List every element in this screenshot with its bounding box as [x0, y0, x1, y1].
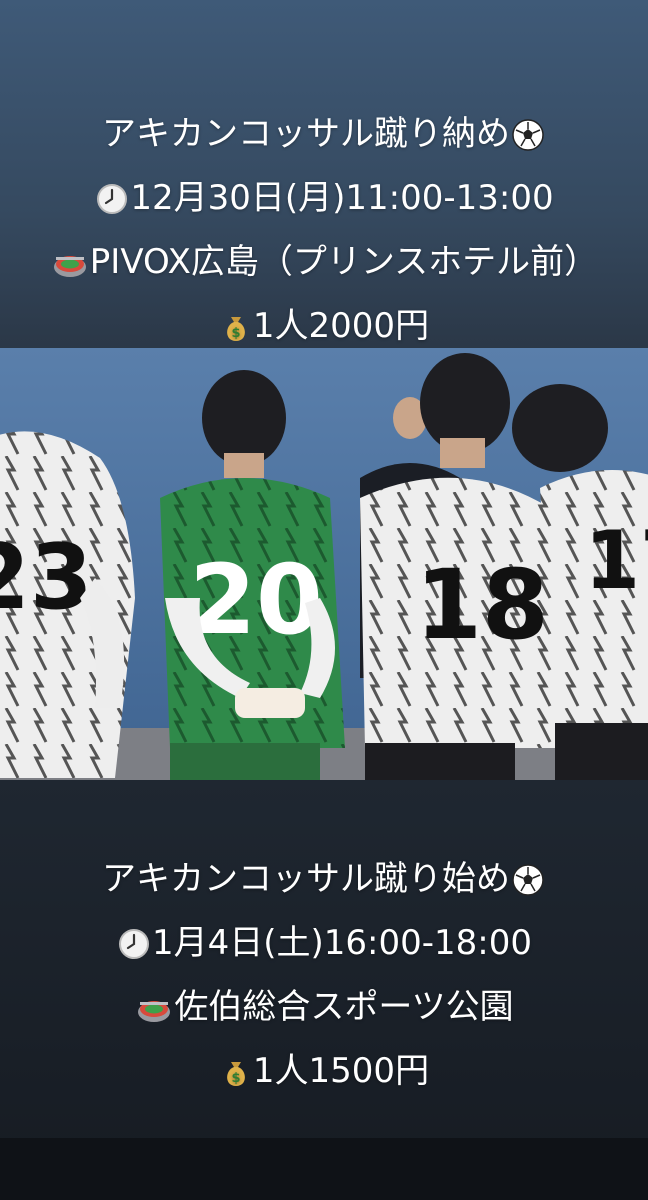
- event-datetime: 12月30日(月)11:00-13:00: [130, 178, 554, 218]
- jersey-number-17: 17: [584, 514, 648, 607]
- event-price: 1人2000円: [252, 306, 430, 346]
- svg-text:$: $: [231, 1071, 240, 1086]
- jersey-number-23: 23: [0, 525, 93, 630]
- stadium-icon: [136, 984, 172, 1042]
- event-venue: 佐伯総合スポーツ公園: [174, 987, 514, 1027]
- event-datetime-line: 12月30日(月)11:00-13:00: [0, 169, 648, 233]
- event-info-bottom: アキカンコッサル蹴り始め 1月4日(土)16:00-18:00 佐伯総合スポーツ…: [0, 850, 648, 1106]
- event-title: アキカンコッサル蹴り始め: [102, 859, 510, 899]
- svg-text:$: $: [231, 326, 240, 341]
- event-title-line: アキカンコッサル蹴り納め: [0, 105, 648, 169]
- soccer-ball-icon: [512, 111, 544, 169]
- event-datetime-line: 1月4日(土)16:00-18:00: [0, 914, 648, 978]
- stadium-icon: [52, 239, 88, 297]
- event-title-line: アキカンコッサル蹴り始め: [0, 850, 648, 914]
- event-price: 1人1500円: [252, 1051, 430, 1091]
- soccer-ball-icon: [512, 856, 544, 914]
- jersey-number-20: 20: [189, 544, 323, 656]
- money-bag-icon: $: [221, 1048, 251, 1106]
- event-price-line: $ 1人1500円: [0, 1042, 648, 1106]
- event-venue: PIVOX広島（プリンスホテル前）: [89, 242, 599, 282]
- jersey-number-18: 18: [415, 549, 549, 661]
- event-venue-line: PIVOX広島（プリンスホテル前）: [0, 233, 648, 297]
- clock-icon: [118, 920, 150, 978]
- event-datetime: 1月4日(土)16:00-18:00: [151, 923, 533, 963]
- bottom-bar: [0, 1138, 648, 1200]
- event-venue-line: 佐伯総合スポーツ公園: [0, 978, 648, 1042]
- event-title: アキカンコッサル蹴り納め: [102, 114, 510, 154]
- team-photo: 23 20 18 17: [0, 348, 648, 780]
- clock-icon: [96, 175, 128, 233]
- event-info-top: アキカンコッサル蹴り納め 12月30日(月)11:00-13:00 PIVOX広…: [0, 105, 648, 361]
